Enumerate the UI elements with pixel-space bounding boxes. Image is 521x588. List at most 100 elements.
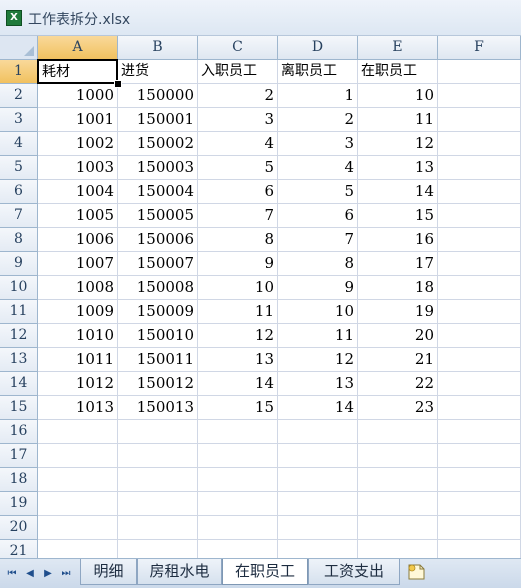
cell-c4[interactable]: 4: [198, 132, 278, 156]
cell-f10[interactable]: [438, 276, 521, 300]
cell-b10[interactable]: 150008: [118, 276, 198, 300]
cell-a19[interactable]: [38, 492, 118, 516]
cell-c8[interactable]: 8: [198, 228, 278, 252]
cell-f13[interactable]: [438, 348, 521, 372]
cell-f16[interactable]: [438, 420, 521, 444]
cell-b19[interactable]: [118, 492, 198, 516]
cell-f18[interactable]: [438, 468, 521, 492]
row-header-11[interactable]: 11: [0, 300, 38, 324]
cell-d11[interactable]: 10: [278, 300, 358, 324]
cell-b1[interactable]: 进货: [118, 60, 198, 84]
cell-c7[interactable]: 7: [198, 204, 278, 228]
column-header-f[interactable]: F: [438, 36, 521, 60]
cell-e19[interactable]: [358, 492, 438, 516]
cell-f4[interactable]: [438, 132, 521, 156]
cell-b12[interactable]: 150010: [118, 324, 198, 348]
cell-d3[interactable]: 2: [278, 108, 358, 132]
row-header-3[interactable]: 3: [0, 108, 38, 132]
cell-c3[interactable]: 3: [198, 108, 278, 132]
cell-e1[interactable]: 在职员工: [358, 60, 438, 84]
cell-d10[interactable]: 9: [278, 276, 358, 300]
cell-e2[interactable]: 10: [358, 84, 438, 108]
cell-f6[interactable]: [438, 180, 521, 204]
cell-a3[interactable]: 1001: [38, 108, 118, 132]
cell-b8[interactable]: 150006: [118, 228, 198, 252]
cell-f5[interactable]: [438, 156, 521, 180]
cell-c21[interactable]: [198, 540, 278, 558]
cell-c2[interactable]: 2: [198, 84, 278, 108]
cell-b5[interactable]: 150003: [118, 156, 198, 180]
cell-e15[interactable]: 23: [358, 396, 438, 420]
row-header-8[interactable]: 8: [0, 228, 38, 252]
column-header-b[interactable]: B: [118, 36, 198, 60]
row-header-21[interactable]: 21: [0, 540, 38, 558]
cell-a12[interactable]: 1010: [38, 324, 118, 348]
cell-c14[interactable]: 14: [198, 372, 278, 396]
cell-f15[interactable]: [438, 396, 521, 420]
cell-d15[interactable]: 14: [278, 396, 358, 420]
cell-f19[interactable]: [438, 492, 521, 516]
cell-a8[interactable]: 1006: [38, 228, 118, 252]
cell-c10[interactable]: 10: [198, 276, 278, 300]
cell-c12[interactable]: 12: [198, 324, 278, 348]
cell-c6[interactable]: 6: [198, 180, 278, 204]
column-header-d[interactable]: D: [278, 36, 358, 60]
cell-f2[interactable]: [438, 84, 521, 108]
cell-d2[interactable]: 1: [278, 84, 358, 108]
spreadsheet-grid[interactable]: A B C D E F 1 耗材 进货 入职员工 离职员工 在职员工 2 1000 150000 2 1 10 3 1…: [0, 36, 521, 558]
cell-e6[interactable]: 14: [358, 180, 438, 204]
cell-f8[interactable]: [438, 228, 521, 252]
cell-c16[interactable]: [198, 420, 278, 444]
cell-f7[interactable]: [438, 204, 521, 228]
row-header-19[interactable]: 19: [0, 492, 38, 516]
cell-a6[interactable]: 1004: [38, 180, 118, 204]
cell-e18[interactable]: [358, 468, 438, 492]
cell-b18[interactable]: [118, 468, 198, 492]
cell-e7[interactable]: 15: [358, 204, 438, 228]
row-header-10[interactable]: 10: [0, 276, 38, 300]
column-header-a[interactable]: A: [38, 36, 118, 60]
cell-e3[interactable]: 11: [358, 108, 438, 132]
cell-e5[interactable]: 13: [358, 156, 438, 180]
row-header-9[interactable]: 9: [0, 252, 38, 276]
insert-sheet-icon[interactable]: [406, 562, 428, 582]
cell-d12[interactable]: 11: [278, 324, 358, 348]
cell-b14[interactable]: 150012: [118, 372, 198, 396]
cell-f17[interactable]: [438, 444, 521, 468]
row-header-5[interactable]: 5: [0, 156, 38, 180]
cell-c11[interactable]: 11: [198, 300, 278, 324]
cell-d13[interactable]: 12: [278, 348, 358, 372]
cell-e4[interactable]: 12: [358, 132, 438, 156]
cell-e20[interactable]: [358, 516, 438, 540]
cell-d7[interactable]: 6: [278, 204, 358, 228]
sheet-tab-1[interactable]: 明细: [80, 559, 137, 585]
cell-a9[interactable]: 1007: [38, 252, 118, 276]
cell-d21[interactable]: [278, 540, 358, 558]
cell-b3[interactable]: 150001: [118, 108, 198, 132]
cell-c18[interactable]: [198, 468, 278, 492]
cell-b4[interactable]: 150002: [118, 132, 198, 156]
cell-a10[interactable]: 1008: [38, 276, 118, 300]
cell-a18[interactable]: [38, 468, 118, 492]
cell-f1[interactable]: [438, 60, 521, 84]
cell-a20[interactable]: [38, 516, 118, 540]
cell-b7[interactable]: 150005: [118, 204, 198, 228]
cell-a4[interactable]: 1002: [38, 132, 118, 156]
cell-e11[interactable]: 19: [358, 300, 438, 324]
cell-d8[interactable]: 7: [278, 228, 358, 252]
cell-c20[interactable]: [198, 516, 278, 540]
cell-e10[interactable]: 18: [358, 276, 438, 300]
cell-e21[interactable]: [358, 540, 438, 558]
cell-f12[interactable]: [438, 324, 521, 348]
row-header-1[interactable]: 1: [0, 60, 38, 84]
sheet-tab-2[interactable]: 房租水电: [137, 559, 222, 585]
cell-b17[interactable]: [118, 444, 198, 468]
cell-d5[interactable]: 4: [278, 156, 358, 180]
cell-a5[interactable]: 1003: [38, 156, 118, 180]
cell-e9[interactable]: 17: [358, 252, 438, 276]
fill-handle[interactable]: [114, 80, 122, 88]
cell-e14[interactable]: 22: [358, 372, 438, 396]
cell-c5[interactable]: 5: [198, 156, 278, 180]
row-header-16[interactable]: 16: [0, 420, 38, 444]
cell-b20[interactable]: [118, 516, 198, 540]
